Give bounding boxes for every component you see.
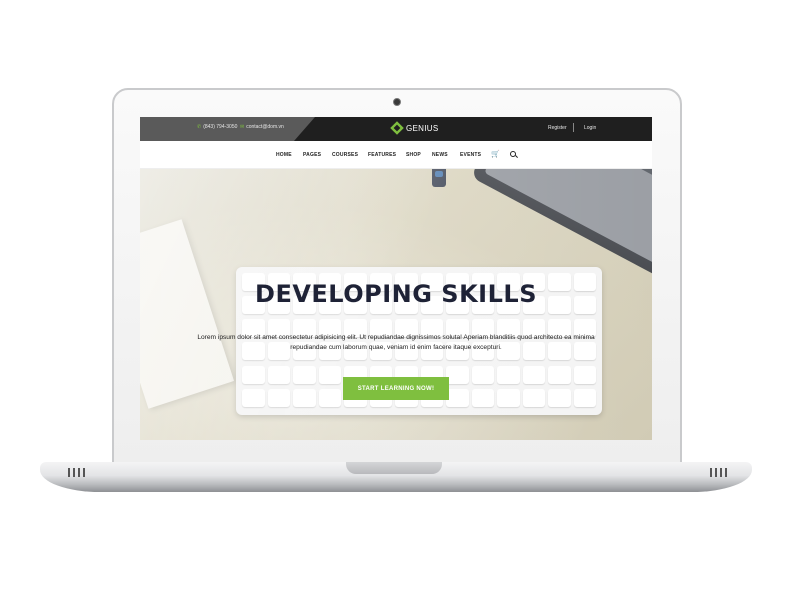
nav-item-events[interactable]: EVENTS <box>460 152 481 158</box>
top-bar: ✆ (843) 794-3050 ✉ contact@dom.vn GENIUS… <box>140 117 652 141</box>
nav-item-home[interactable]: HOME <box>276 152 292 158</box>
hero-description-line-1: Lorem ipsum dolor sit amet consectetur a… <box>197 334 595 341</box>
speaker-vent-right <box>710 468 727 477</box>
hero-description-line-2: repudiandae cum laborum quae, veniam id … <box>290 344 502 351</box>
nav-item-pages[interactable]: PAGES <box>303 152 321 158</box>
phone-contact: ✆ (843) 794-3050 <box>197 124 237 130</box>
camera-icon <box>393 98 401 106</box>
top-bar-divider <box>573 123 574 132</box>
shopping-cart-icon[interactable]: 🛒 <box>491 151 500 158</box>
search-icon[interactable] <box>510 151 516 157</box>
laptop-screen: ✆ (843) 794-3050 ✉ contact@dom.vn GENIUS… <box>140 117 652 440</box>
register-link[interactable]: Register <box>548 125 567 131</box>
main-nav: HOME PAGES COURSES FEATURES SHOP NEWS EV… <box>140 141 652 169</box>
nav-item-features[interactable]: FEATURES <box>368 152 396 158</box>
email-address[interactable]: contact@dom.vn <box>246 124 284 130</box>
hero-description: Lorem ipsum dolor sit amet consectetur a… <box>188 333 604 353</box>
speaker-vent-left <box>68 468 85 477</box>
login-link[interactable]: Login <box>584 125 596 131</box>
logo-icon <box>390 121 404 135</box>
start-learning-button[interactable]: START LEARNING NOW! <box>343 377 449 400</box>
mail-icon: ✉ <box>240 124 245 130</box>
nav-item-news[interactable]: NEWS <box>432 152 448 158</box>
email-contact[interactable]: ✉ contact@dom.vn <box>240 124 284 130</box>
nav-item-courses[interactable]: COURSES <box>332 152 358 158</box>
laptop-open-notch <box>346 462 442 474</box>
phone-number: (843) 794-3050 <box>203 124 238 130</box>
hero-title: DEVELOPING SKILLS <box>255 280 537 308</box>
logo-text: GENIUS <box>406 123 439 133</box>
phone-icon: ✆ <box>197 124 202 130</box>
site-logo[interactable]: GENIUS <box>390 121 439 135</box>
nav-item-shop[interactable]: SHOP <box>406 152 421 158</box>
